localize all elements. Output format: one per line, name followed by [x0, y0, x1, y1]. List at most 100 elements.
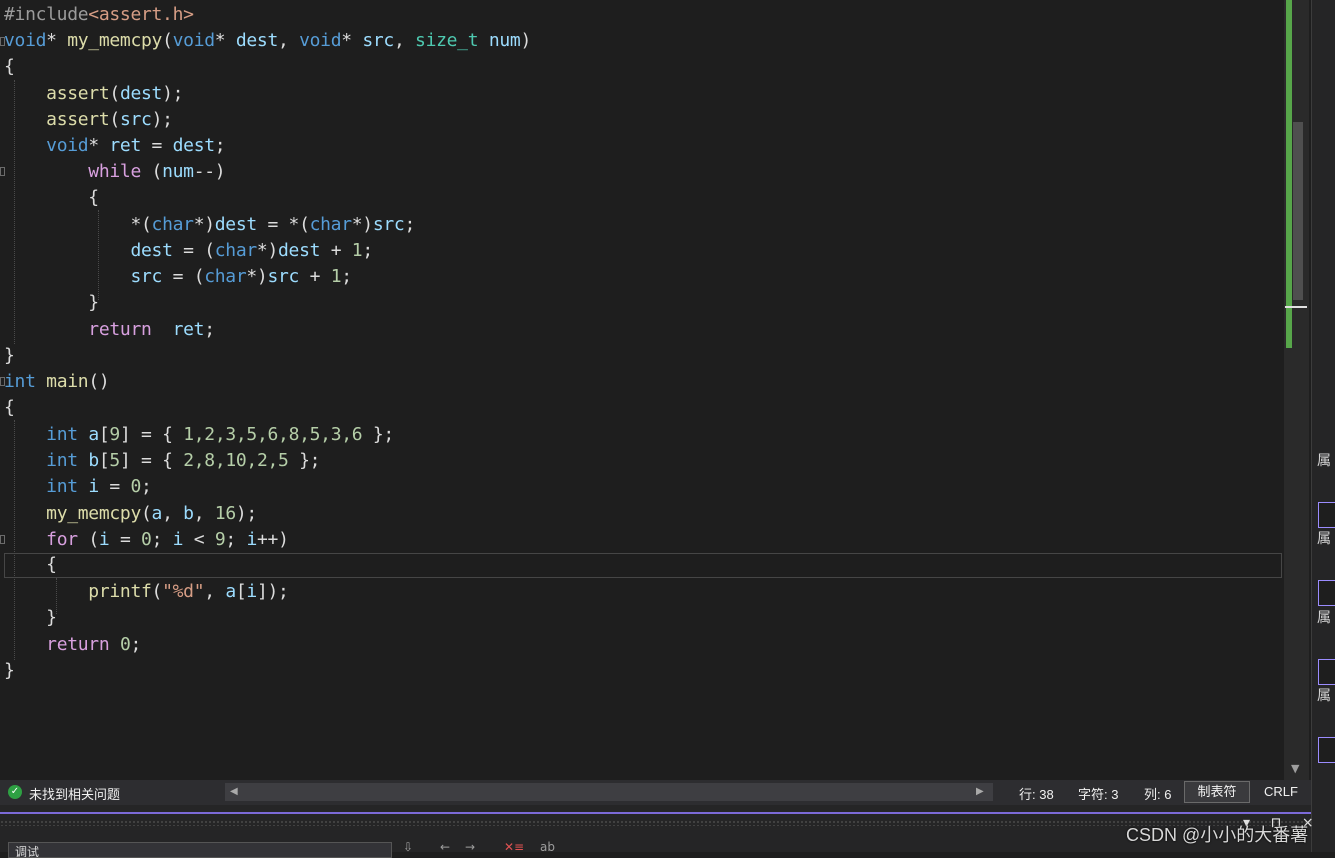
code-line: { [4, 397, 15, 418]
parameter: dest [278, 240, 321, 261]
variable: b [183, 503, 194, 524]
keyword: int [46, 476, 78, 497]
function-name: main [46, 371, 89, 392]
caret-position-marker [1285, 306, 1307, 308]
check-icon[interactable]: ✓ [8, 785, 22, 799]
line-ending-button[interactable]: CRLF [1264, 784, 1298, 799]
property-item-icon[interactable] [1318, 737, 1335, 763]
keyword: return [46, 634, 110, 655]
scroll-right-icon[interactable]: ▶ [976, 786, 984, 797]
code-line: src = (char*)src + 1; [130, 266, 352, 287]
code-line: *(char*)dest = *(char*)src; [4, 214, 416, 235]
code-editor[interactable]: #include<assert.h> void* my_memcpy(void*… [0, 0, 1284, 780]
change-tracking-bar [1286, 0, 1292, 348]
keyword: char [214, 240, 257, 261]
code-line: return ret; [88, 319, 215, 340]
function-name: my_memcpy [46, 503, 141, 524]
code-line: for (i = 0; i < 9; i++) [46, 529, 289, 550]
variable: a [88, 424, 99, 445]
keyword: void [4, 30, 47, 51]
keyword: void [299, 30, 342, 51]
code-line: void* ret = dest; [46, 135, 226, 156]
variable: i [88, 476, 99, 497]
keyword: for [46, 529, 78, 550]
code-line: } [4, 292, 99, 313]
indent-mode-button[interactable]: 制表符 [1184, 781, 1250, 803]
function-name: my_memcpy [67, 30, 163, 51]
property-item-icon[interactable] [1318, 502, 1335, 528]
column-number[interactable]: 列: 6 [1144, 784, 1171, 803]
number-literal: 1,2,3,5,6,8,5,3,6 [183, 424, 363, 445]
keyword: int [4, 371, 36, 392]
variable: i [246, 529, 257, 550]
scrollbar-thumb[interactable] [1293, 122, 1303, 300]
code-line: } [4, 607, 57, 628]
output-source-select[interactable]: 调试 [8, 842, 392, 858]
panel-label: 属 [1317, 610, 1331, 626]
code-line: int i = 0; [46, 476, 152, 497]
number-literal: 1 [330, 266, 342, 287]
code-line: int main() [4, 371, 110, 392]
string-literal: "%d" [162, 581, 205, 602]
parameter: dest [119, 83, 163, 104]
horizontal-scrollbar[interactable]: ◀ ▶ [225, 783, 993, 801]
char-number[interactable]: 字符: 3 [1078, 784, 1118, 803]
parameter: src [267, 266, 300, 287]
keyword: void [172, 30, 215, 51]
property-item-icon[interactable] [1318, 580, 1335, 606]
variable: ret [109, 135, 142, 156]
parameter: num [488, 30, 521, 51]
number-literal: 0 [119, 634, 131, 655]
function-name: assert [46, 83, 110, 104]
parameter: num [162, 161, 194, 182]
panel-label: 属 [1317, 531, 1331, 547]
code-line: } [4, 345, 15, 366]
scroll-left-icon[interactable]: ◀ [230, 786, 238, 797]
parameter: src [119, 109, 152, 130]
number-literal: 9 [109, 424, 120, 445]
parameter: dest [235, 30, 279, 51]
code-line: assert(src); [46, 109, 173, 130]
include-header: <assert.h> [88, 4, 194, 25]
watermark: CSDN @小小的大番薯 [1126, 825, 1309, 845]
panel-label: 属 [1317, 688, 1331, 704]
editor-status-bar: ✓ 未找到相关问题 ◀ ▶ 行: 38 字符: 3 列: 6 制表符 CRLF [0, 780, 1311, 805]
panel-grip[interactable] [0, 820, 1311, 826]
code-line: printf("%d", a[i]); [88, 581, 289, 602]
code-line: { [4, 187, 99, 208]
code-line: #include<assert.h> [4, 2, 194, 28]
properties-panel[interactable]: 属 属 属 属 [1311, 0, 1335, 852]
code-line: my_memcpy(a, b, 16); [46, 503, 257, 524]
keyword: char [204, 266, 247, 287]
code-line: assert(dest); [46, 83, 184, 104]
variable: i [246, 581, 257, 602]
code-line: { [4, 56, 15, 77]
keyword: int [46, 424, 78, 445]
code-line: return 0; [46, 634, 142, 655]
line-number[interactable]: 行: 38 [1019, 784, 1054, 803]
number-literal: 0 [141, 529, 152, 550]
parameter: src [130, 266, 163, 287]
code-line: { [4, 554, 57, 575]
preprocessor-directive: #include [4, 4, 89, 25]
keyword: int [46, 450, 78, 471]
parameter: dest [130, 240, 173, 261]
keyword: char [151, 214, 194, 235]
parameter: src [372, 214, 405, 235]
code-line: int a[9] = { 1,2,3,5,6,8,5,3,6 }; [46, 424, 394, 445]
panel-accent-line [0, 812, 1311, 814]
variable: i [172, 529, 184, 550]
number-literal: 2,8,10,2,5 [183, 450, 289, 471]
code-line: while (num--) [88, 161, 226, 182]
code-line: dest = (char*)dest + 1; [130, 240, 373, 261]
property-item-icon[interactable] [1318, 659, 1335, 685]
variable: i [98, 529, 110, 550]
keyword: void [46, 135, 89, 156]
parameter: dest [172, 135, 215, 156]
code-line: } [4, 660, 15, 681]
current-line-highlight [4, 553, 1282, 578]
number-literal: 5 [109, 450, 120, 471]
issues-status[interactable]: 未找到相关问题 [29, 784, 120, 803]
scroll-down-icon[interactable]: ▼ [1291, 762, 1299, 775]
parameter: dest [214, 214, 257, 235]
